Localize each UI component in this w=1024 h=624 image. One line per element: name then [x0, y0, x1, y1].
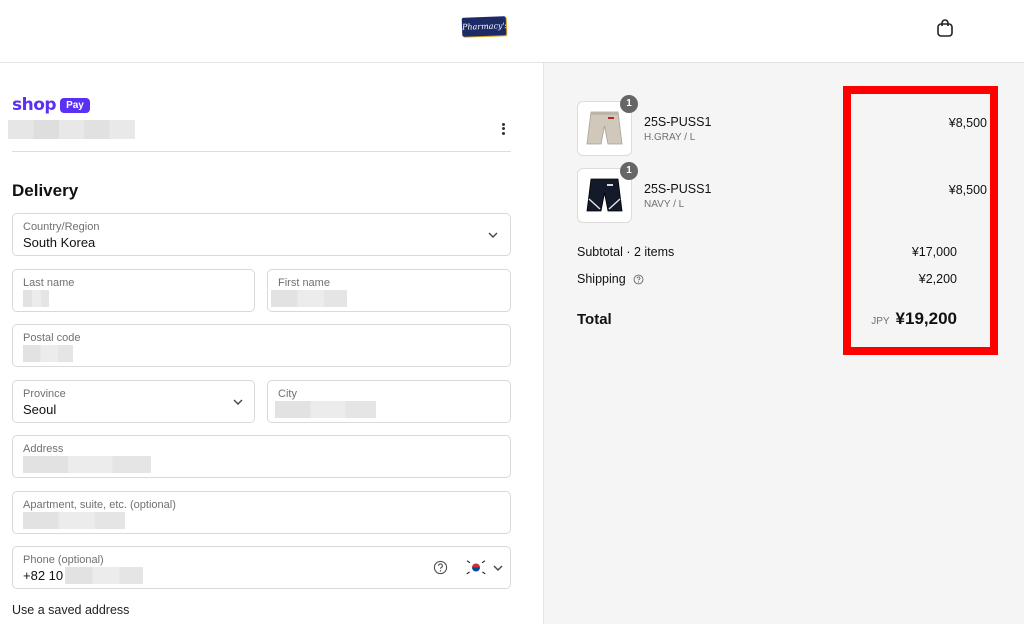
- shipping-row: Shipping ¥2,200: [577, 272, 957, 286]
- shipping-value: ¥2,200: [918, 272, 957, 286]
- province-select[interactable]: Province Seoul: [12, 380, 255, 423]
- total-row: Total JPY ¥19,200: [577, 309, 957, 329]
- product-price: ¥8,500: [948, 183, 987, 197]
- product-name: 25S-PUSS1: [644, 182, 712, 196]
- city-redacted: [275, 401, 376, 418]
- quantity-badge: 1: [620, 95, 638, 113]
- country-value: South Korea: [23, 235, 96, 250]
- postal-code-field[interactable]: Postal code: [12, 324, 511, 367]
- province-value: Seoul: [23, 402, 57, 417]
- shop-pay-button[interactable]: shop Pay: [12, 95, 90, 115]
- total-label: Total: [577, 311, 612, 328]
- chevron-down-icon: [488, 232, 498, 238]
- address-field[interactable]: Address: [12, 435, 511, 478]
- phone-number-redacted: [65, 567, 143, 584]
- product-name: 25S-PUSS1: [644, 115, 712, 129]
- apartment-field[interactable]: Apartment, suite, etc. (optional): [12, 491, 511, 534]
- last-name-field[interactable]: Last name: [12, 269, 255, 312]
- product-thumbnail: 1: [577, 95, 638, 156]
- last-name-label: Last name: [23, 277, 75, 289]
- order-item: 1 25S-PUSS1 H.GRAY / L ¥8,500: [577, 95, 987, 156]
- shop-pay-badge: Pay: [60, 97, 90, 113]
- province-label: Province: [23, 388, 66, 400]
- apartment-label: Apartment, suite, etc. (optional): [23, 499, 176, 511]
- subtotal-label: Subtotal · 2 items: [577, 245, 675, 259]
- phone-prefix: +82 10: [23, 568, 64, 583]
- first-name-redacted: [271, 290, 347, 307]
- product-variant: NAVY / L: [644, 199, 685, 210]
- apartment-redacted: [23, 512, 125, 529]
- first-name-label: First name: [278, 277, 330, 289]
- phone-field[interactable]: Phone (optional) +82 10: [12, 546, 511, 589]
- use-saved-address-link[interactable]: Use a saved address: [12, 603, 129, 617]
- address-redacted: [23, 456, 151, 473]
- city-field[interactable]: City: [267, 380, 511, 423]
- shopping-bag-icon[interactable]: [935, 18, 955, 38]
- checkout-form-panel: shop Pay Delivery Country/Region South K…: [0, 63, 543, 624]
- delivery-heading: Delivery: [12, 181, 79, 200]
- help-circle-icon[interactable]: [433, 560, 448, 575]
- shop-pay-logo-text: shop: [12, 95, 57, 115]
- address-label: Address: [23, 443, 64, 455]
- south-korea-flag-icon[interactable]: [465, 559, 487, 576]
- store-logo[interactable]: Pharmacy's: [461, 16, 507, 37]
- total-currency: JPY: [871, 316, 890, 327]
- shipping-label: Shipping: [577, 272, 626, 286]
- chevron-down-icon: [233, 399, 243, 405]
- product-thumbnail: 1: [577, 162, 638, 223]
- order-item: 1 25S-PUSS1 NAVY / L ¥8,500: [577, 162, 987, 223]
- order-summary-panel: 1 25S-PUSS1 H.GRAY / L ¥8,500 1 25S-PUSS…: [543, 63, 1024, 624]
- chevron-down-icon: [493, 565, 503, 571]
- postal-code-redacted: [23, 345, 73, 362]
- last-name-redacted: [23, 290, 49, 307]
- postal-code-label: Postal code: [23, 332, 81, 344]
- top-bar: Pharmacy's: [0, 0, 1024, 63]
- subtotal-value: ¥17,000: [911, 245, 957, 259]
- product-price: ¥8,500: [948, 116, 987, 130]
- city-label: City: [278, 388, 297, 400]
- quantity-badge: 1: [620, 162, 638, 180]
- phone-label: Phone (optional): [23, 554, 104, 566]
- divider: [12, 151, 511, 152]
- subtotal-row: Subtotal · 2 items ¥17,000: [577, 245, 957, 259]
- help-circle-icon[interactable]: [633, 274, 644, 285]
- product-variant: H.GRAY / L: [644, 132, 696, 143]
- total-amount-group: JPY ¥19,200: [871, 309, 957, 329]
- total-value: ¥19,200: [895, 309, 957, 328]
- country-select[interactable]: Country/Region South Korea: [12, 213, 511, 256]
- first-name-field[interactable]: First name: [267, 269, 511, 312]
- account-email-redacted: [8, 120, 135, 139]
- more-options-icon[interactable]: [496, 121, 510, 137]
- country-label: Country/Region: [23, 221, 100, 233]
